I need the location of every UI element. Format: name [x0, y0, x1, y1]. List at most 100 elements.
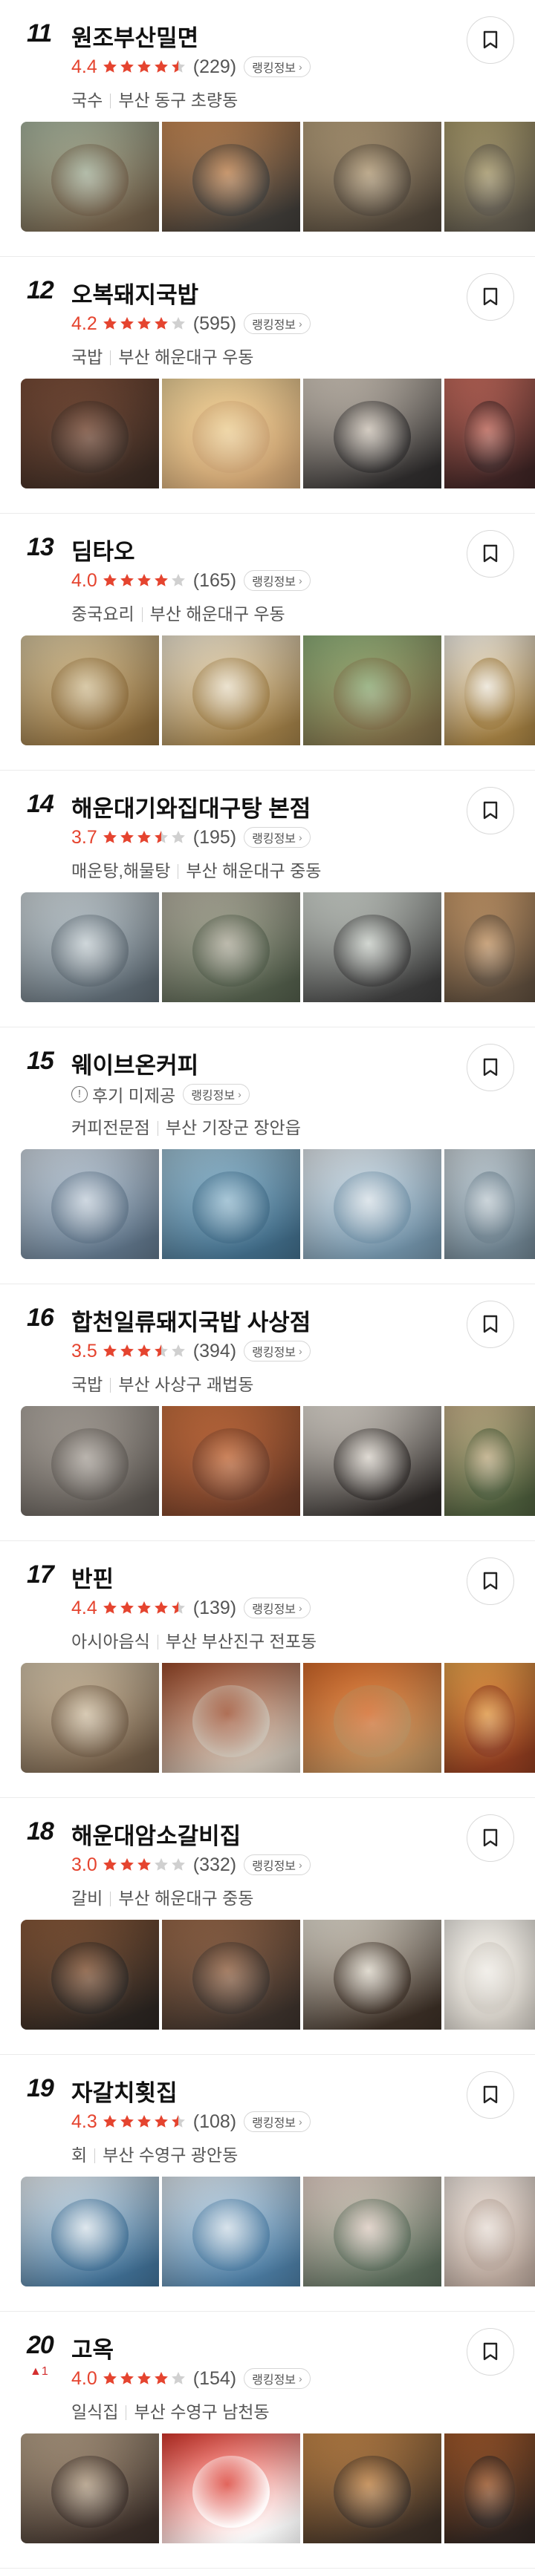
food-photo[interactable] [303, 379, 441, 488]
star-icon [103, 2115, 117, 2128]
restaurant-name[interactable]: 자갈치횟집 [71, 2074, 178, 2108]
photo-strip[interactable] [21, 1920, 535, 2030]
food-photo[interactable] [444, 1406, 535, 1516]
ranking-info-badge[interactable]: 랭킹정보 › [244, 2111, 311, 2132]
photo-strip[interactable] [21, 2177, 535, 2286]
food-photo[interactable] [444, 1149, 535, 1259]
restaurant-name[interactable]: 원조부산밀면 [71, 19, 198, 53]
restaurant-item[interactable]: 19 자갈치횟집 4.3 (108) 랭킹정보 › 회 부산 수영구 광안동 [0, 2055, 535, 2312]
food-photo[interactable] [162, 2433, 300, 2543]
bookmark-button[interactable] [467, 16, 514, 64]
restaurant-item[interactable]: 20 ▲1 고옥 4.0 (154) 랭킹정보 › 일식집 부산 수영구 남천동 [0, 2312, 535, 2569]
ranking-info-badge[interactable]: 랭킹정보 › [244, 2368, 311, 2389]
food-photo[interactable] [162, 1920, 300, 2030]
photo-strip[interactable] [21, 892, 535, 1002]
food-photo[interactable] [303, 2433, 441, 2543]
food-photo[interactable] [21, 635, 159, 745]
food-photo[interactable] [21, 1406, 159, 1516]
food-photo[interactable] [444, 635, 535, 745]
restaurant-name[interactable]: 오복돼지국밥 [71, 276, 198, 310]
restaurant-name[interactable]: 합천일류돼지국밥 사상점 [71, 1304, 311, 1337]
restaurant-item[interactable]: 12 오복돼지국밥 4.2 (595) 랭킹정보 › 국밥 부산 해운대구 우동 [0, 257, 535, 514]
ranking-info-badge[interactable]: 랭킹정보 › [244, 1341, 311, 1361]
rank-number: 14 [27, 790, 54, 818]
restaurant-name[interactable]: 반핀 [71, 1560, 114, 1594]
photo-strip[interactable] [21, 1663, 535, 1773]
photo-strip[interactable] [21, 122, 535, 232]
food-photo[interactable] [444, 122, 535, 232]
food-photo[interactable] [303, 1406, 441, 1516]
photo-subject [333, 1428, 412, 1501]
restaurant-item[interactable]: 17 반핀 4.4 (139) 랭킹정보 › 아시아음식 부산 부산진구 전포동 [0, 1541, 535, 1798]
bookmark-button[interactable] [467, 1301, 514, 1348]
food-photo[interactable] [21, 122, 159, 232]
restaurant-item[interactable]: 14 해운대기와집대구탕 본점 3.7 (195) 랭킹정보 › 매운탕,해물탕 부산 해운대… [0, 771, 535, 1027]
food-photo[interactable] [162, 892, 300, 1002]
food-photo[interactable] [444, 892, 535, 1002]
restaurant-item[interactable]: 11 원조부산밀면 4.4 (229) 랭킹정보 › 국수 부산 동구 초량동 [0, 0, 535, 257]
food-photo[interactable] [303, 892, 441, 1002]
bookmark-button[interactable] [467, 530, 514, 578]
ranking-info-badge[interactable]: 랭킹정보 › [244, 56, 311, 77]
restaurant-name[interactable]: 해운대기와집대구탕 본점 [71, 790, 311, 823]
rank-number: 15 [27, 1047, 54, 1075]
bookmark-button[interactable] [467, 1044, 514, 1091]
star-rating [102, 316, 187, 332]
restaurant-name[interactable]: 고옥 [71, 2331, 114, 2364]
bookmark-button[interactable] [467, 1814, 514, 1862]
bookmark-button[interactable] [467, 2328, 514, 2376]
food-photo[interactable] [162, 379, 300, 488]
restaurant-item[interactable]: 15 웨이브온커피! 후기 미제공 랭킹정보 › 커피전문점 부산 기장군 장안읍 [0, 1027, 535, 1284]
restaurant-name[interactable]: 웨이브온커피 [71, 1047, 198, 1080]
food-photo[interactable] [21, 1663, 159, 1773]
rating-row: 3.0 (332) 랭킹정보 › [71, 1854, 311, 1875]
star-icon [103, 60, 117, 73]
photo-subject [464, 1171, 516, 1244]
food-photo[interactable] [162, 122, 300, 232]
food-photo[interactable] [162, 1406, 300, 1516]
review-count: (195) [192, 826, 237, 848]
bookmark-button[interactable] [467, 273, 514, 321]
food-photo[interactable] [162, 635, 300, 745]
rating-score: 4.0 [71, 569, 97, 591]
food-photo[interactable] [21, 379, 159, 488]
photo-strip[interactable] [21, 1406, 535, 1516]
food-photo[interactable] [303, 122, 441, 232]
ranking-info-badge[interactable]: 랭킹정보 › [244, 570, 311, 591]
food-photo[interactable] [444, 379, 535, 488]
ranking-info-badge[interactable]: 랭킹정보 › [244, 313, 311, 334]
photo-strip[interactable] [21, 379, 535, 488]
ranking-info-badge[interactable]: 랭킹정보 › [244, 1598, 311, 1618]
food-photo[interactable] [162, 1149, 300, 1259]
food-photo[interactable] [444, 1920, 535, 2030]
food-photo[interactable] [21, 1920, 159, 2030]
food-photo[interactable] [162, 2177, 300, 2286]
food-photo[interactable] [303, 1663, 441, 1773]
food-photo[interactable] [21, 2177, 159, 2286]
food-photo[interactable] [444, 1663, 535, 1773]
food-photo[interactable] [21, 2433, 159, 2543]
bookmark-button[interactable] [467, 787, 514, 834]
food-photo[interactable] [303, 1149, 441, 1259]
restaurant-item[interactable]: 13 딤타오 4.0 (165) 랭킹정보 › 중국요리 부산 해운대구 우동 [0, 514, 535, 771]
food-photo[interactable] [444, 2433, 535, 2543]
ranking-info-badge[interactable]: 랭킹정보 › [183, 1084, 250, 1105]
restaurant-name[interactable]: 해운대암소갈비집 [71, 1817, 241, 1851]
food-photo[interactable] [303, 2177, 441, 2286]
restaurant-name[interactable]: 딤타오 [71, 533, 135, 566]
restaurant-item[interactable]: 18 해운대암소갈비집 3.0 (332) 랭킹정보 › 갈비 부산 해운대구 중동 [0, 1798, 535, 2055]
restaurant-item[interactable]: 16 합천일류돼지국밥 사상점 3.5 (394) 랭킹정보 › 국밥 부산 사상구 괘법동 [0, 1284, 535, 1541]
ranking-info-badge[interactable]: 랭킹정보 › [244, 1854, 311, 1875]
bookmark-button[interactable] [467, 1557, 514, 1605]
food-photo[interactable] [303, 1920, 441, 2030]
food-photo[interactable] [303, 635, 441, 745]
photo-strip[interactable] [21, 635, 535, 745]
food-photo[interactable] [444, 2177, 535, 2286]
photo-strip[interactable] [21, 2433, 535, 2543]
photo-strip[interactable] [21, 1149, 535, 1259]
ranking-info-badge[interactable]: 랭킹정보 › [244, 827, 311, 848]
bookmark-button[interactable] [467, 2071, 514, 2119]
food-photo[interactable] [21, 892, 159, 1002]
food-photo[interactable] [21, 1149, 159, 1259]
food-photo[interactable] [162, 1663, 300, 1773]
